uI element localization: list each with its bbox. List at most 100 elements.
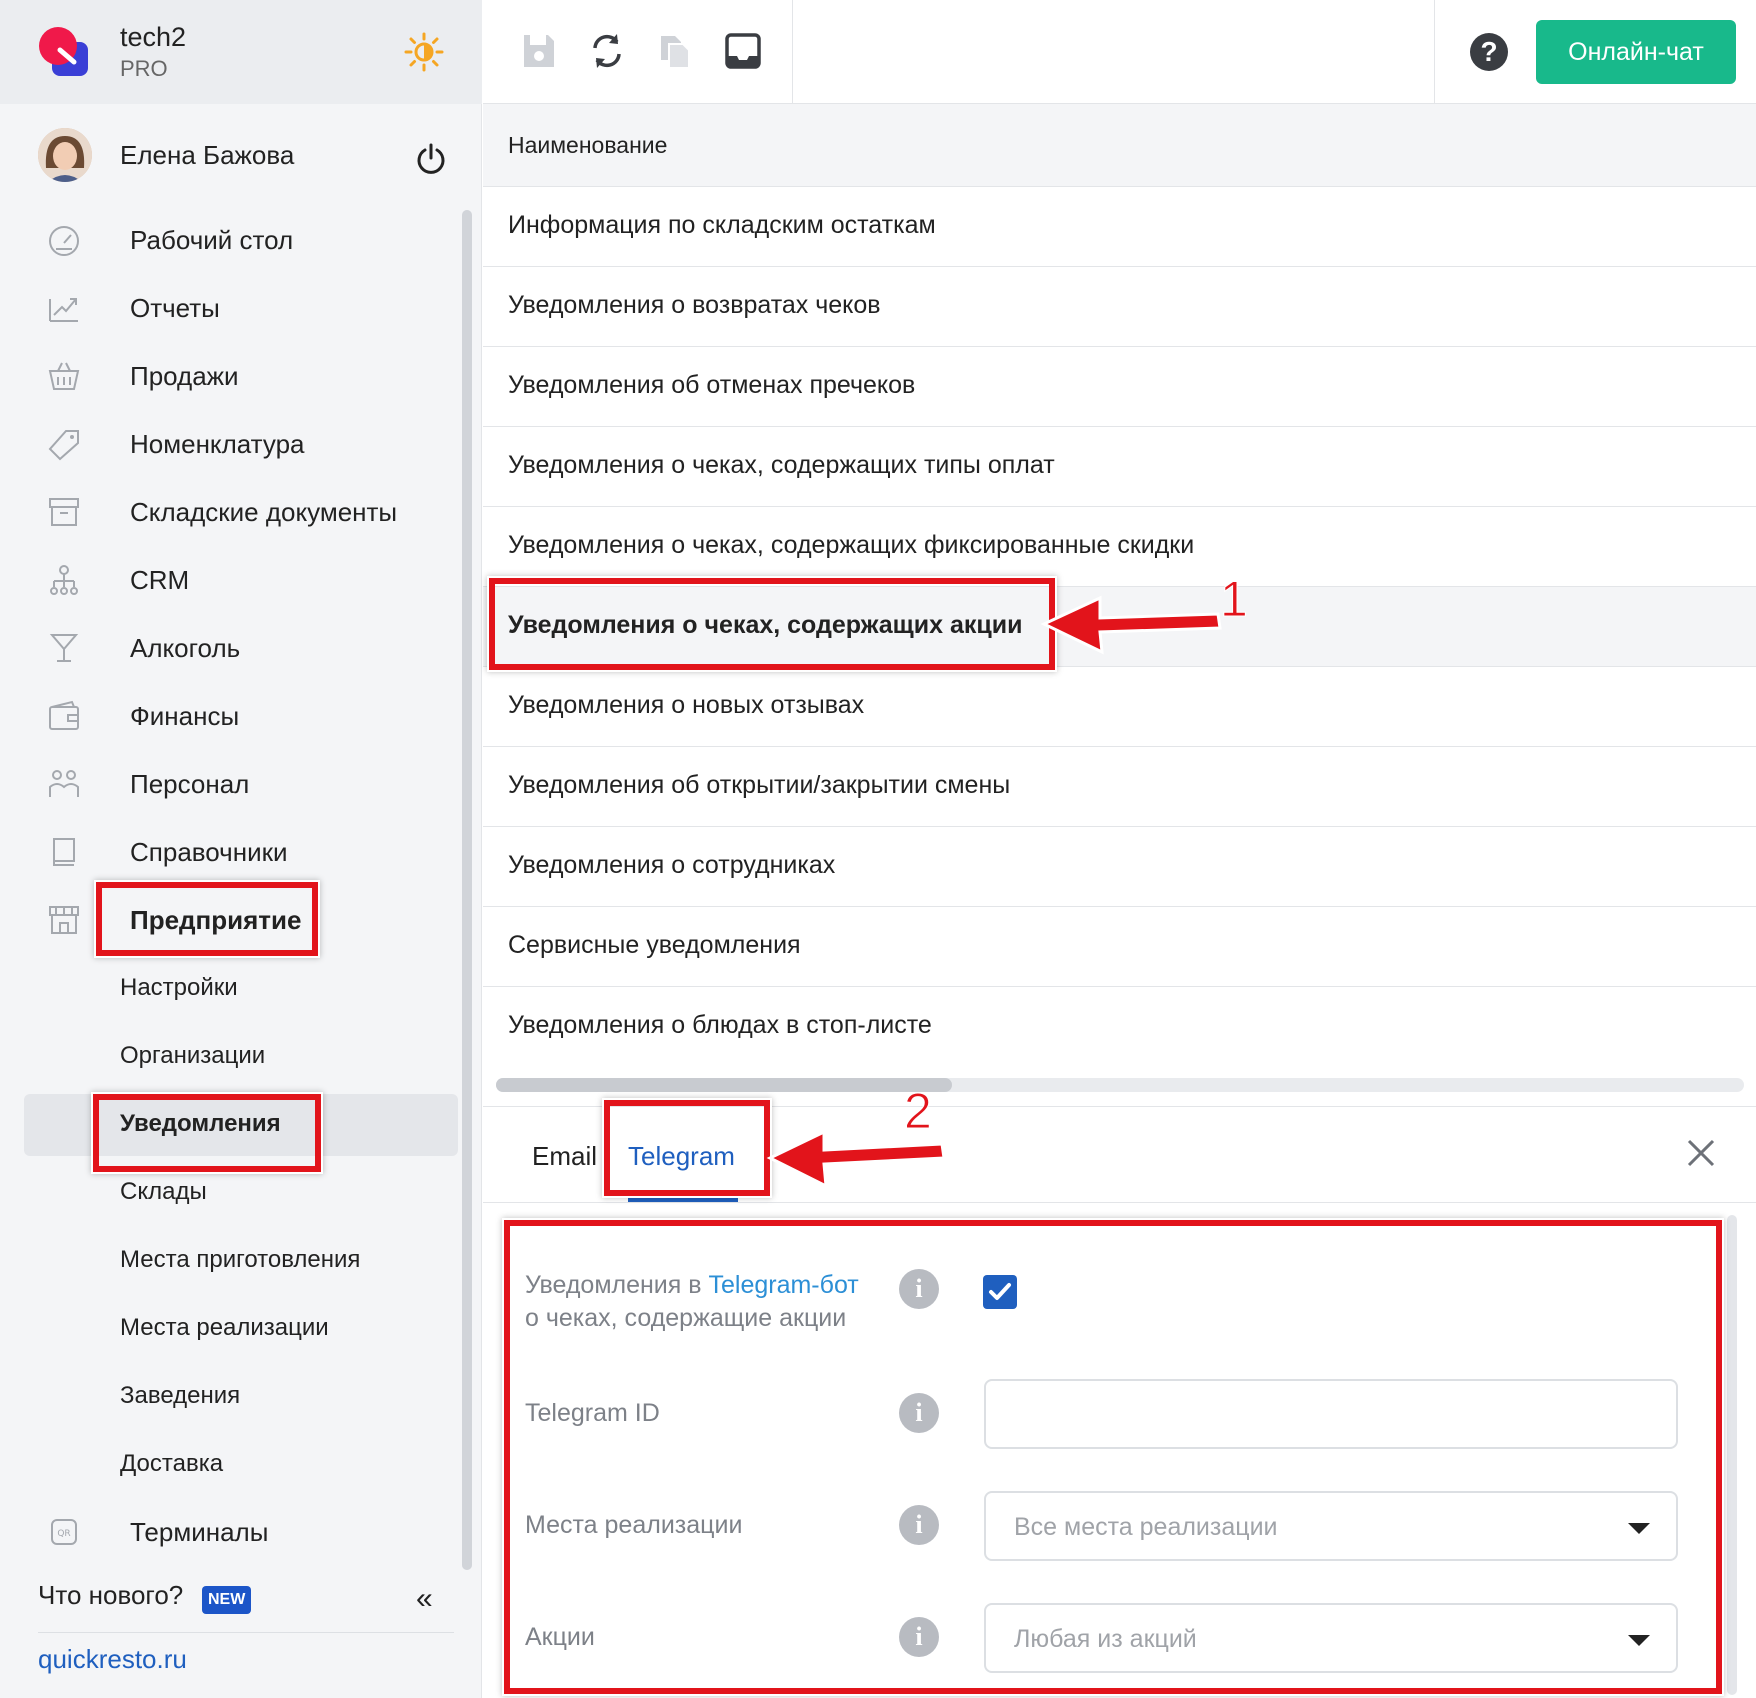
people-icon [49,770,79,797]
menu-item-label: Рабочий стол [130,224,294,255]
menu-item-label: Справочники [130,836,288,867]
submenu-item-venues[interactable]: Заведения [0,1362,470,1430]
brand-name: tech2 [120,22,187,52]
menu-item-label: Складские документы [130,496,398,527]
submenu-item-label: Настройки [120,974,238,1001]
submenu-item-label: Заведения [120,1382,241,1409]
toolbar-divider [792,0,793,104]
submenu-item-label: Места приготовления [120,1246,361,1273]
row-name: Уведомления о новых отзывах [508,691,865,719]
app-logo-icon [39,27,88,76]
table-row[interactable]: Уведомления о новых отзывах [483,667,1756,747]
menu-item-dashboard[interactable]: Рабочий стол [0,206,470,274]
wallet-icon [49,700,79,730]
menu-item-references[interactable]: Справочники [0,818,470,886]
annotation-number-2: 2 [904,1083,933,1140]
sidebar: tech2 PRO Елена Бажова Рабочий стол Отче… [0,0,482,1698]
annotation-box-selected-row [489,578,1055,670]
tab-email[interactable]: Email [532,1141,597,1172]
basket-icon [48,362,80,390]
sidebar-scroll-thumb[interactable] [462,210,472,1570]
annotation-box-telegram-tab [604,1100,770,1196]
menu-item-finance[interactable]: Финансы [0,682,470,750]
refresh-icon[interactable] [587,30,627,72]
menu-item-alcohol[interactable]: Алкоголь [0,614,470,682]
inbox-icon[interactable] [723,30,763,72]
save-icon[interactable] [519,30,559,72]
close-icon[interactable] [1683,1135,1719,1171]
table-row[interactable]: Информация по складским остаткам [483,187,1756,267]
table-scroll-thumb[interactable] [496,1078,952,1092]
table-row[interactable]: Уведомления о чеках, содержащих типы опл… [483,427,1756,507]
brand-plan: PRO [120,56,168,81]
whats-new-link[interactable]: Что нового? [38,1580,183,1611]
menu-item-label: Алкоголь [130,632,241,663]
form-scrollbar[interactable] [1727,1215,1737,1695]
annotation-arrow-1 [1040,595,1222,655]
submenu-item-label: Места реализации [120,1314,329,1341]
menu-item-label: Номенклатура [130,428,305,459]
sidebar-scrollbar[interactable] [462,210,472,1570]
row-name: Уведомления о чеках, содержащих фиксиров… [508,531,1195,559]
row-name: Уведомления о сотрудниках [508,851,836,879]
annotation-box-telegram-form [504,1220,1722,1694]
book-icon [53,838,75,866]
dashboard-icon [49,226,79,256]
row-name: Уведомления об открытии/закрытии смены [508,771,1011,799]
help-icon[interactable]: ? [1470,33,1508,71]
logout-power-icon[interactable] [414,142,448,176]
table-horizontal-scrollbar[interactable] [496,1078,1744,1092]
column-header-name: Наименование [508,132,668,158]
new-badge: NEW [202,1586,252,1614]
menu-item-reports[interactable]: Отчеты [0,274,470,342]
menu-item-terminals[interactable]: QR Терминалы [0,1498,470,1566]
submenu-item-settings[interactable]: Настройки [0,954,470,1022]
menu-item-warehouse-docs[interactable]: Складские документы [0,478,470,546]
row-name: Уведомления о блюдах в стоп-листе [508,1011,932,1039]
row-name: Уведомления о возвратах чеков [508,291,881,319]
table-row[interactable]: Сервисные уведомления [483,907,1756,987]
submenu-item-sales-places[interactable]: Места реализации [0,1294,470,1362]
menu-item-crm[interactable]: CRM [0,546,470,614]
toolbar: ? Онлайн-чат [483,0,1756,104]
submenu-item-organizations[interactable]: Организации [0,1022,470,1090]
tag-icon [48,430,79,461]
annotation-box-enterprise [96,882,318,956]
active-tab-indicator [628,1197,738,1202]
avatar[interactable] [38,128,92,182]
submenu-item-label: Склады [120,1178,207,1205]
site-link[interactable]: quickresto.ru [38,1644,187,1675]
menu-item-nomenclature[interactable]: Номенклатура [0,410,470,478]
menu-item-label: Продажи [130,360,239,391]
submenu-item-cooking-places[interactable]: Места приготовления [0,1226,470,1294]
menu-item-sales[interactable]: Продажи [0,342,470,410]
annotation-box-notifications [93,1094,321,1172]
annotation-number-1: 1 [1220,571,1249,628]
table-row[interactable]: Уведомления о чеках, содержащих фиксиров… [483,507,1756,587]
copy-icon[interactable] [655,30,695,72]
menu-item-staff[interactable]: Персонал [0,750,470,818]
menu-item-label: Финансы [130,700,240,731]
submenu-item-label: Доставка [120,1450,224,1477]
crm-icon [50,565,78,595]
row-name: Уведомления об отменах пречеков [508,371,916,399]
collapse-sidebar-icon[interactable]: « [416,1582,433,1616]
row-name: Уведомления о чеках, содержащих типы опл… [508,451,1055,479]
menu-item-label: Персонал [130,768,250,799]
table-row[interactable]: Уведомления об открытии/закрытии смены [483,747,1756,827]
menu-item-label: CRM [130,564,190,595]
theme-toggle-icon[interactable] [404,32,444,72]
submenu-item-label: Организации [120,1042,266,1069]
toolbar-divider [1434,0,1435,104]
user-block: Елена Бажова [0,104,482,204]
table-row[interactable]: Уведомления о сотрудниках [483,827,1756,907]
submenu-item-delivery[interactable]: Доставка [0,1430,470,1498]
table-row[interactable]: Уведомления об отменах пречеков [483,347,1756,427]
cocktail-icon [49,634,79,662]
online-chat-button[interactable]: Онлайн-чат [1536,20,1736,84]
table-row[interactable]: Уведомления о возвратах чеков [483,267,1756,347]
table-row[interactable]: Уведомления о блюдах в стоп-листе [483,987,1756,1067]
qr-icon: QR [51,1519,77,1545]
table-header[interactable]: Наименование [483,104,1756,187]
reports-icon [49,298,78,322]
